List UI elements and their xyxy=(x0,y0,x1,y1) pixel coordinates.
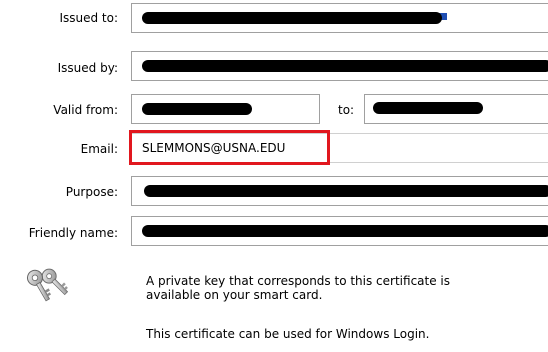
issued-by-field[interactable] xyxy=(131,51,548,81)
valid-to-label: to: xyxy=(338,103,355,117)
private-key-line-1: A private key that corresponds to this c… xyxy=(146,274,451,288)
redaction-bar xyxy=(144,185,548,197)
purpose-label: Purpose: xyxy=(65,185,118,199)
email-highlight xyxy=(129,130,330,165)
purpose-field[interactable] xyxy=(131,176,548,206)
valid-from-label: Valid from: xyxy=(53,103,118,117)
redaction-bar xyxy=(373,102,483,114)
friendly-name-label: Friendly name: xyxy=(28,226,118,240)
issued-to-label: Issued to: xyxy=(59,11,118,25)
redaction-bar xyxy=(142,12,442,24)
email-label: Email: xyxy=(80,142,118,156)
valid-from-field[interactable] xyxy=(131,94,320,124)
issued-by-label: Issued by: xyxy=(57,61,118,75)
friendly-name-field[interactable] xyxy=(131,216,548,246)
redaction-bar xyxy=(142,103,252,115)
private-key-text: A private key that corresponds to this c… xyxy=(146,274,450,302)
keys-icon xyxy=(22,265,69,307)
private-key-line-2: available on your smart card. xyxy=(146,288,323,302)
valid-to-field[interactable] xyxy=(364,94,548,124)
usage-text: This certificate can be used for Windows… xyxy=(146,327,430,341)
redaction-bar xyxy=(142,225,548,237)
issued-to-field[interactable] xyxy=(131,3,548,33)
redaction-bar xyxy=(142,60,548,72)
